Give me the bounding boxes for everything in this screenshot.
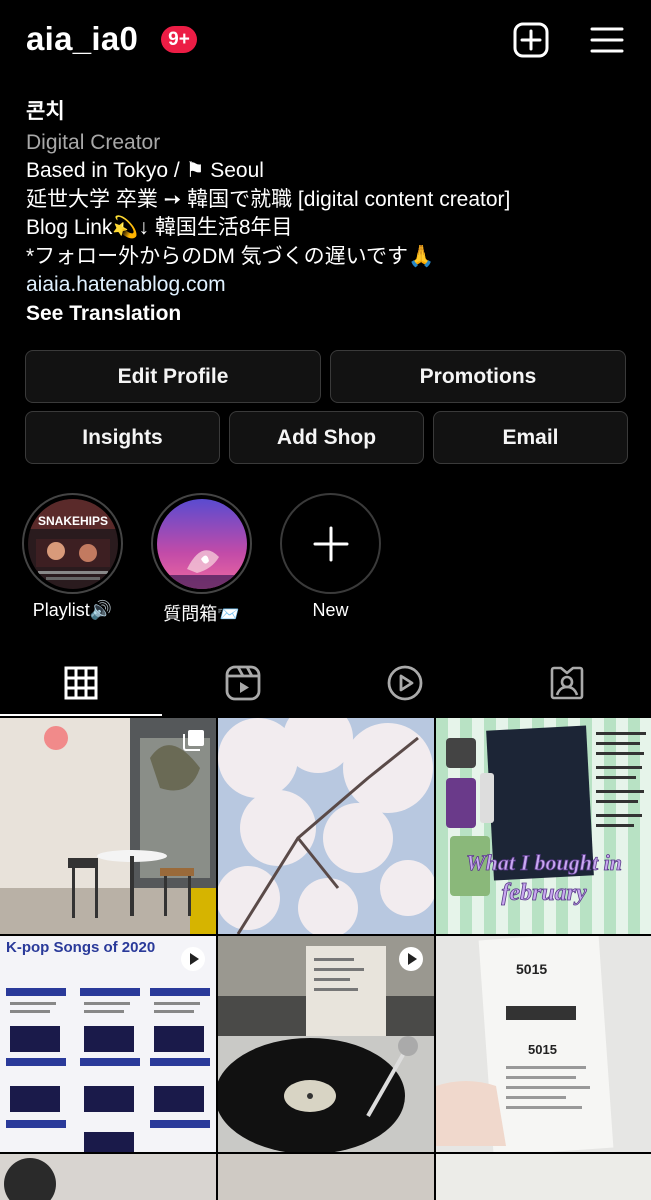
post-kpop-title: K-pop Songs of 2020 bbox=[6, 939, 155, 956]
post-kpop-songs[interactable]: K-pop Songs of 2020 bbox=[0, 936, 216, 1152]
videos-icon bbox=[387, 665, 423, 701]
email-button[interactable]: Email bbox=[433, 411, 628, 464]
highlight-new[interactable]: New bbox=[280, 493, 381, 626]
post-caption-line: What I bought in bbox=[466, 850, 622, 875]
profile-bio: 콘치 Digital Creator Based in Tokyo / ⚑ Se… bbox=[26, 98, 626, 328]
active-tab-indicator bbox=[0, 714, 162, 716]
highlight-cover-questions bbox=[156, 498, 247, 589]
post-feb-haul[interactable]: What I bought in february bbox=[436, 718, 651, 934]
bio-line: *フォロー外からのDM 気づくの遅いです🙏 bbox=[26, 244, 435, 268]
post-caption-line: february bbox=[501, 880, 587, 906]
highlight-label: 質問箱📨 bbox=[163, 604, 240, 624]
profile-actions-row-1: Edit Profile Promotions bbox=[25, 350, 626, 403]
add-shop-button[interactable]: Add Shop bbox=[229, 411, 424, 464]
profile-tabs bbox=[0, 650, 651, 718]
tab-posts[interactable] bbox=[0, 650, 162, 716]
profile-actions-row-2: Insights Add Shop Email bbox=[25, 411, 628, 464]
plus-icon bbox=[313, 526, 348, 561]
multi-photo-icon bbox=[182, 728, 206, 757]
see-translation-link[interactable]: See Translation bbox=[26, 300, 626, 329]
tab-tagged[interactable] bbox=[486, 650, 648, 716]
highlight-cover-title: SNAKEHIPS bbox=[37, 514, 107, 528]
post-partial-3[interactable] bbox=[436, 1154, 651, 1200]
promotions-button[interactable]: Promotions bbox=[330, 350, 626, 403]
notification-badge[interactable]: 9+ bbox=[161, 26, 197, 53]
post-record-player[interactable] bbox=[218, 936, 434, 1152]
bio-line: 延世大学 卒業 ➙ 韓国で就職 [digital content creator… bbox=[26, 187, 511, 211]
reel-play-icon bbox=[180, 946, 206, 977]
highlight-questions[interactable]: 質問箱📨 bbox=[151, 493, 252, 626]
highlight-label: New bbox=[312, 600, 349, 620]
hamburger-menu-icon[interactable] bbox=[589, 22, 625, 58]
highlight-playlist[interactable]: SNAKEHIPS Playlist🔊 bbox=[22, 493, 123, 626]
tab-reels[interactable] bbox=[162, 650, 324, 716]
profile-name: 콘치 bbox=[26, 100, 65, 123]
highlight-ring: SNAKEHIPS bbox=[22, 493, 123, 594]
post-partial-1[interactable] bbox=[0, 1154, 216, 1200]
post-cherry-blossoms[interactable] bbox=[218, 718, 434, 934]
post-cafe-window[interactable] bbox=[0, 718, 216, 934]
top-bar: aia_ia0 9+ bbox=[0, 0, 651, 82]
receipt-number: 5015 bbox=[528, 1042, 557, 1057]
post-partial-2[interactable] bbox=[218, 1154, 434, 1200]
plus-square-icon[interactable] bbox=[513, 22, 549, 58]
reel-play-icon bbox=[398, 946, 424, 977]
tab-videos[interactable] bbox=[324, 650, 486, 716]
tagged-icon bbox=[550, 666, 584, 700]
story-highlights: SNAKEHIPS Playlist🔊 質問箱📨 New bbox=[22, 493, 381, 626]
profile-username[interactable]: aia_ia0 bbox=[26, 20, 138, 58]
reels-icon bbox=[225, 665, 261, 701]
edit-profile-button[interactable]: Edit Profile bbox=[25, 350, 321, 403]
post-receipt[interactable]: 5015 5015 bbox=[436, 936, 651, 1152]
bio-line: Blog Link💫↓ 韓国生活8年目 bbox=[26, 216, 293, 239]
highlight-label: Playlist🔊 bbox=[32, 600, 113, 620]
profile-category: Digital Creator bbox=[26, 130, 161, 154]
highlight-ring bbox=[151, 493, 252, 594]
receipt-number: 5015 bbox=[516, 961, 547, 977]
posts-grid-icon bbox=[64, 666, 98, 700]
highlight-cover-playlist: SNAKEHIPS bbox=[27, 498, 118, 589]
bio-line: Based in Tokyo / ⚑ Seoul bbox=[26, 159, 264, 182]
bio-link[interactable]: aiaia.hatenablog.com bbox=[26, 271, 626, 300]
insights-button[interactable]: Insights bbox=[25, 411, 220, 464]
new-highlight-ring bbox=[280, 493, 381, 594]
